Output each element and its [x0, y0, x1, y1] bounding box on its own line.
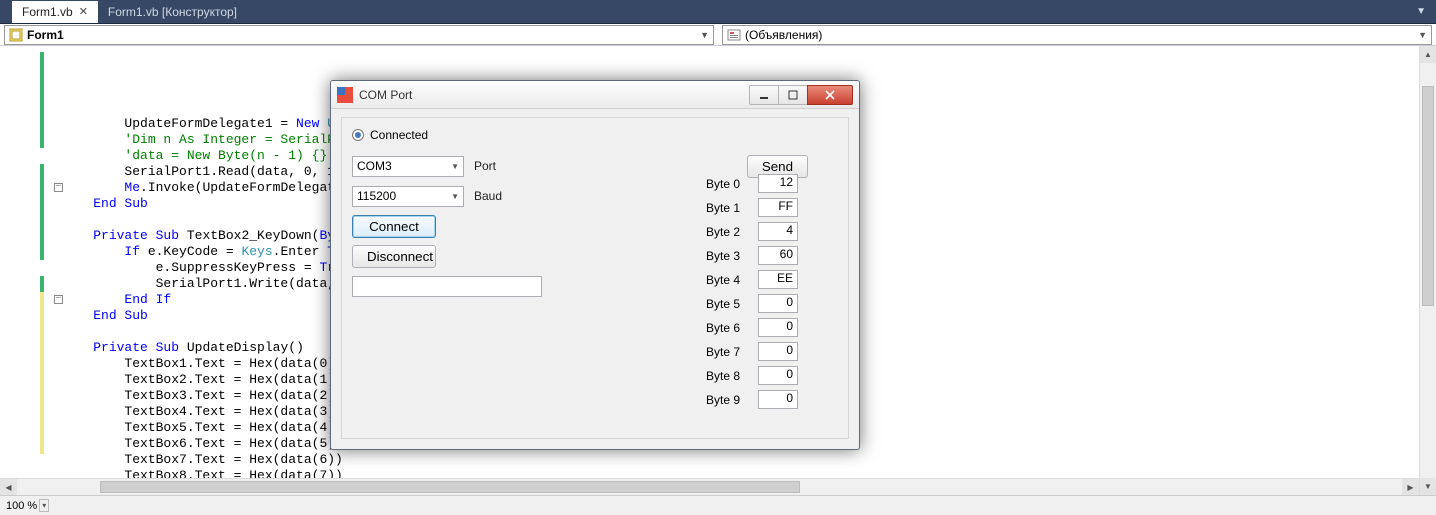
connected-radio[interactable]: Connected [352, 128, 838, 142]
tab-dropdown-icon[interactable]: ▼ [1416, 6, 1426, 17]
byte-label: Byte 2 [706, 225, 750, 239]
byte-label: Byte 9 [706, 393, 750, 407]
byte-row-9: Byte 9 0 [706, 390, 798, 409]
chevron-down-icon[interactable]: ▾ [39, 499, 49, 512]
scrollbar-thumb[interactable] [100, 481, 800, 493]
byte-label: Byte 8 [706, 369, 750, 383]
byte-row-1: Byte 1 FF [706, 198, 798, 217]
declarations-icon [727, 28, 741, 42]
document-tab-bar: Form1.vb ✕ Form1.vb [Конструктор] ▼ [0, 0, 1436, 24]
byte-value[interactable]: EE [758, 270, 798, 289]
byte-value[interactable]: 4 [758, 222, 798, 241]
byte-label: Byte 4 [706, 273, 750, 287]
byte-row-3: Byte 3 60 [706, 246, 798, 265]
member-name: (Объявления) [745, 28, 822, 42]
tab-form1-vb[interactable]: Form1.vb ✕ [12, 1, 98, 23]
window-title: COM Port [359, 88, 750, 102]
close-button[interactable] [807, 85, 853, 105]
vertical-scrollbar[interactable]: ▲ ▼ [1419, 46, 1436, 495]
horizontal-scrollbar[interactable]: ◀ ▶ [0, 478, 1419, 495]
byte-row-8: Byte 8 0 [706, 366, 798, 385]
chevron-down-icon: ▼ [700, 30, 709, 40]
byte-row-7: Byte 7 0 [706, 342, 798, 361]
scroll-left-icon[interactable]: ◀ [0, 479, 17, 495]
scrollbar-thumb[interactable] [1422, 86, 1434, 306]
scroll-down-icon[interactable]: ▼ [1420, 478, 1436, 495]
baud-combo[interactable]: 115200 ▼ [352, 186, 464, 207]
tab-label: Form1.vb [22, 5, 73, 19]
minimize-button[interactable] [749, 85, 779, 105]
nav-bar: Form1 ▼ (Объявления) ▼ [0, 24, 1436, 46]
member-selector[interactable]: (Объявления) ▼ [722, 25, 1432, 45]
connected-label: Connected [370, 128, 428, 142]
byte-value[interactable]: 60 [758, 246, 798, 265]
byte-label: Byte 0 [706, 177, 750, 191]
baud-label: Baud [474, 189, 502, 203]
port-combo[interactable]: COM3 ▼ [352, 156, 464, 177]
chevron-down-icon: ▼ [451, 192, 459, 201]
byte-value[interactable]: 12 [758, 174, 798, 193]
maximize-button[interactable] [778, 85, 808, 105]
port-value: COM3 [357, 159, 392, 173]
scroll-right-icon[interactable]: ▶ [1402, 479, 1419, 495]
radio-icon [352, 129, 364, 141]
window-body: Connected COM3 ▼ Port Send 115200 ▼ Baud… [341, 117, 849, 439]
byte-label: Byte 5 [706, 297, 750, 311]
status-bar: 100 % ▾ [0, 495, 1436, 515]
byte-label: Byte 6 [706, 321, 750, 335]
class-icon [9, 28, 23, 42]
zoom-control[interactable]: 100 % ▾ [6, 499, 49, 512]
byte-label: Byte 7 [706, 345, 750, 359]
command-input[interactable] [352, 276, 542, 297]
baud-value: 115200 [357, 189, 396, 203]
byte-value[interactable]: 0 [758, 318, 798, 337]
disconnect-button[interactable]: Disconnect [352, 245, 436, 268]
byte-output-column: Byte 0 12 Byte 1 FF Byte 2 4 Byte 3 60 Byte … [706, 174, 798, 409]
byte-label: Byte 3 [706, 249, 750, 263]
com-port-window: COM Port Connected COM3 ▼ Port Send 1152… [330, 80, 860, 450]
byte-row-2: Byte 2 4 [706, 222, 798, 241]
byte-value[interactable]: FF [758, 198, 798, 217]
byte-value[interactable]: 0 [758, 390, 798, 409]
class-selector[interactable]: Form1 ▼ [4, 25, 714, 45]
byte-label: Byte 1 [706, 201, 750, 215]
byte-row-5: Byte 5 0 [706, 294, 798, 313]
connect-button[interactable]: Connect [352, 215, 436, 238]
outline-collapse-icon[interactable]: − [54, 295, 63, 304]
app-icon [337, 87, 353, 103]
byte-value[interactable]: 0 [758, 366, 798, 385]
byte-value[interactable]: 0 [758, 294, 798, 313]
zoom-value: 100 % [6, 500, 37, 512]
byte-row-0: Byte 0 12 [706, 174, 798, 193]
tab-form1-designer[interactable]: Form1.vb [Конструктор] [98, 1, 247, 23]
byte-row-4: Byte 4 EE [706, 270, 798, 289]
byte-value[interactable]: 0 [758, 342, 798, 361]
titlebar[interactable]: COM Port [331, 81, 859, 109]
outline-collapse-icon[interactable]: − [54, 183, 63, 192]
close-icon[interactable]: ✕ [79, 5, 88, 18]
port-label: Port [474, 159, 496, 173]
chevron-down-icon: ▼ [451, 162, 459, 171]
class-name: Form1 [27, 28, 64, 42]
byte-row-6: Byte 6 0 [706, 318, 798, 337]
scroll-up-icon[interactable]: ▲ [1420, 46, 1436, 63]
chevron-down-icon: ▼ [1418, 30, 1427, 40]
tab-label: Form1.vb [Конструктор] [108, 5, 237, 19]
